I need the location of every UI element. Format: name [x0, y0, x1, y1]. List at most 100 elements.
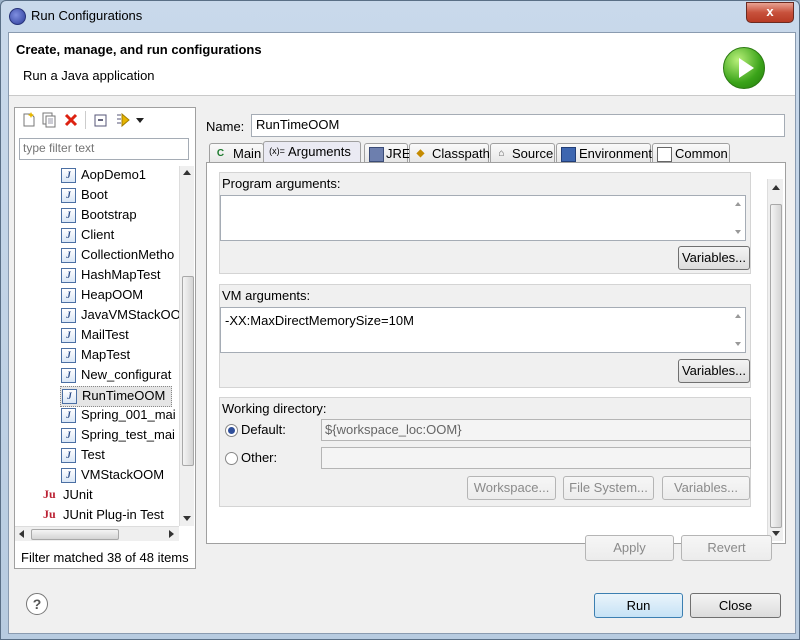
- arguments-panel: Program arguments: Variables... VM argum…: [206, 162, 786, 544]
- tree-horizontal-scrollbar[interactable]: [15, 526, 179, 541]
- scroll-up-icon[interactable]: [772, 185, 780, 190]
- scroll-right-icon[interactable]: [169, 530, 174, 538]
- workdir-variables-button[interactable]: Variables...: [662, 476, 750, 500]
- scroll-down-icon[interactable]: [735, 342, 741, 346]
- java-application-icon: J: [61, 468, 76, 483]
- configuration-tree: J AopDemo1 J Boot J Bootstrap J Client J Coll…: [15, 166, 179, 526]
- tree-item-collectionmetho[interactable]: J CollectionMetho: [61, 246, 179, 265]
- tree-scroll-thumb[interactable]: [182, 276, 194, 466]
- tree-item-bootstrap[interactable]: J Bootstrap: [61, 206, 179, 225]
- tree-item-boot[interactable]: J Boot: [61, 186, 179, 205]
- panel-vertical-scrollbar[interactable]: [767, 179, 783, 541]
- collapse-all-icon[interactable]: [93, 112, 109, 128]
- delete-icon[interactable]: [63, 112, 79, 128]
- tree-category-junit-plugin-test[interactable]: Ju JUnit Plug-in Test: [43, 506, 179, 525]
- vm-arguments-scrollbar[interactable]: [731, 308, 745, 352]
- common-icon: [657, 147, 672, 162]
- tree-item-runtimeoom[interactable]: J RunTimeOOM: [60, 386, 172, 407]
- default-directory-radio[interactable]: [225, 424, 238, 437]
- dialog-heading: Create, manage, and run configurations: [16, 42, 262, 57]
- tree-item-mailtest[interactable]: J MailTest: [61, 326, 179, 345]
- tree-hscroll-thumb[interactable]: [31, 529, 119, 540]
- filter-input-box[interactable]: [19, 138, 189, 160]
- chevron-down-icon[interactable]: [135, 112, 145, 128]
- other-directory-label: Other:: [241, 450, 278, 465]
- scroll-down-icon[interactable]: [183, 516, 191, 521]
- tree-category-junit[interactable]: Ju JUnit: [43, 486, 179, 505]
- tree-item-javavmstackoom[interactable]: J JavaVMStackOO: [61, 306, 179, 325]
- working-directory-group: Working directory: Default: ${workspace_…: [219, 397, 751, 507]
- apply-button[interactable]: Apply: [585, 535, 674, 561]
- program-arguments-field[interactable]: [220, 195, 746, 241]
- dialog-header: Create, manage, and run configurations R…: [9, 33, 795, 96]
- tree-item-vmstackoom[interactable]: J VMStackOOM: [61, 466, 179, 485]
- name-field-box[interactable]: [251, 114, 785, 137]
- program-arguments-group: Program arguments: Variables...: [219, 172, 751, 274]
- name-input[interactable]: [252, 115, 780, 134]
- filter-input[interactable]: [20, 139, 186, 157]
- run-button[interactable]: Run: [594, 593, 683, 618]
- scroll-up-icon[interactable]: [183, 170, 191, 175]
- tree-item-new-configuration[interactable]: J New_configurat: [61, 366, 179, 385]
- program-arguments-scrollbar[interactable]: [731, 196, 745, 240]
- scroll-down-icon[interactable]: [772, 531, 780, 536]
- close-button[interactable]: Close: [690, 593, 781, 618]
- arguments-icon: (x)=: [269, 146, 285, 156]
- tree-item-hashmaptest[interactable]: J HashMapTest: [61, 266, 179, 285]
- run-banner-icon: [723, 47, 765, 89]
- scroll-down-icon[interactable]: [735, 230, 741, 234]
- tab-common[interactable]: Common: [652, 143, 730, 163]
- source-icon: ⌂: [498, 148, 505, 159]
- tree-item-client[interactable]: J Client: [61, 226, 179, 245]
- tab-classpath[interactable]: ◆ Classpath: [409, 143, 490, 163]
- scroll-left-icon[interactable]: [19, 530, 24, 538]
- tree-item-heapoom[interactable]: J HeapOOM: [61, 286, 179, 305]
- dialog-description: Run a Java application: [23, 68, 155, 83]
- tree-item-spring-test-main[interactable]: J Spring_test_mai: [61, 426, 179, 445]
- scroll-up-icon[interactable]: [735, 202, 741, 206]
- tree-item-spring-001-main[interactable]: J Spring_001_mai: [61, 406, 179, 425]
- java-application-icon: J: [61, 348, 76, 363]
- window-title: Run Configurations: [31, 8, 143, 23]
- junit-plugin-icon: Ju: [43, 507, 56, 521]
- java-application-icon: J: [61, 448, 76, 463]
- panel-scroll-thumb[interactable]: [770, 204, 782, 528]
- window-close-button[interactable]: x: [746, 2, 794, 23]
- default-directory-label: Default:: [241, 422, 286, 437]
- java-application-icon: J: [61, 228, 76, 243]
- scroll-up-icon[interactable]: [735, 314, 741, 318]
- java-application-icon: J: [61, 268, 76, 283]
- revert-button[interactable]: Revert: [681, 535, 772, 561]
- vm-arguments-value[interactable]: -XX:MaxDirectMemorySize=10M: [225, 313, 414, 328]
- java-application-icon: J: [61, 168, 76, 183]
- working-directory-label: Working directory:: [222, 401, 327, 416]
- java-application-icon: J: [61, 428, 76, 443]
- tree-item-test[interactable]: J Test: [61, 446, 179, 465]
- eclipse-icon: [9, 8, 26, 25]
- vm-arguments-field[interactable]: -XX:MaxDirectMemorySize=10M: [220, 307, 746, 353]
- tab-environment[interactable]: Environment: [556, 143, 652, 163]
- tab-source[interactable]: ⌂ Source: [490, 143, 555, 163]
- filter-configurations-icon[interactable]: [115, 112, 131, 128]
- workspace-button[interactable]: Workspace...: [467, 476, 556, 500]
- dialog-body: Create, manage, and run configurations R…: [8, 32, 796, 634]
- tree-vertical-scrollbar[interactable]: [179, 166, 194, 526]
- vm-arguments-group: VM arguments: -XX:MaxDirectMemorySize=10…: [219, 284, 751, 388]
- tab-arguments[interactable]: (x)= Arguments: [263, 141, 361, 164]
- tree-item-maptest[interactable]: J MapTest: [61, 346, 179, 365]
- tab-jre[interactable]: JRE: [364, 143, 411, 163]
- java-application-icon: J: [61, 188, 76, 203]
- java-application-icon: J: [61, 408, 76, 423]
- classpath-icon: ◆: [416, 148, 425, 159]
- tab-main[interactable]: C Main: [209, 143, 264, 163]
- help-icon[interactable]: ?: [26, 593, 48, 615]
- file-system-button[interactable]: File System...: [563, 476, 654, 500]
- other-directory-field[interactable]: [321, 447, 751, 469]
- duplicate-icon[interactable]: [41, 112, 57, 128]
- program-variables-button[interactable]: Variables...: [678, 246, 750, 270]
- tree-item-aopdemo1[interactable]: J AopDemo1: [61, 166, 179, 185]
- java-application-icon: J: [62, 389, 77, 404]
- vm-variables-button[interactable]: Variables...: [678, 359, 750, 383]
- new-configuration-icon[interactable]: [21, 112, 37, 128]
- other-directory-radio[interactable]: [225, 452, 238, 465]
